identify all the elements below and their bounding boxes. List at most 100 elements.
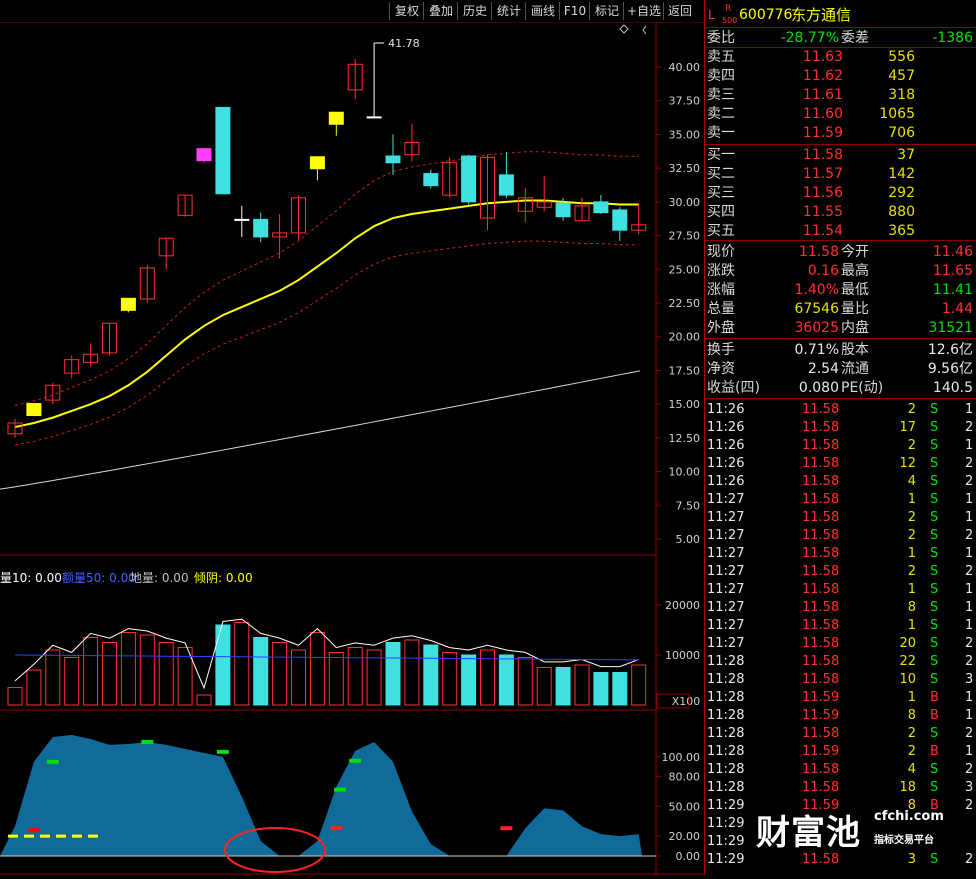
tick-row[interactable]: 11:26 11.58 2 S 1 [705,437,976,455]
stat-label: 涨跌 [707,263,735,279]
buy-volume: 37 [897,147,915,163]
tick-price: 11.58 [802,564,840,579]
tick-row[interactable]: 11:27 11.58 20 S 2 [705,635,976,653]
candle [631,203,647,235]
signal-marker [349,758,362,763]
tick-row[interactable]: 11:26 11.58 4 S 2 [705,473,976,491]
tick-row[interactable]: 11:27 11.58 1 S 1 [705,491,976,509]
tick-row[interactable]: 11:27 11.58 2 S 2 [705,563,976,581]
sell-row: 卖五 11.63 556 [705,48,976,66]
tick-price: 11.58 [802,780,840,795]
toolbar-button-1[interactable]: 叠加 [423,2,458,20]
tick-count: 3 [965,780,974,795]
tick-price: 11.58 [802,600,840,615]
toolbar-button-6[interactable]: 标记 [589,2,624,20]
tick-volume: 1 [907,582,916,597]
tick-row[interactable]: 11:28 11.58 22 S 2 [705,653,976,671]
kline-chart-area[interactable]: 40.00 37.50 35.00 32.50 30.00 27.50 25.00 22.50… [0,21,704,875]
volume-bar [83,637,99,706]
tick-row[interactable]: 11:28 11.59 8 B 1 [705,707,976,725]
toolbar-button-0[interactable]: 复权 [389,2,424,20]
volume-bar [7,687,23,706]
tick-row[interactable]: 11:28 11.58 2 S 2 [705,725,976,743]
tick-volume: 10 [899,672,916,687]
tick-time: 11:27 [707,636,745,651]
tick-row[interactable]: 11:27 11.58 2 S 2 [705,527,976,545]
tick-row[interactable]: 11:27 11.58 2 S 1 [705,509,976,527]
candle [120,297,136,313]
tick-row[interactable]: 11:27 11.58 8 S 1 [705,599,976,617]
candle [366,42,382,119]
candle [139,265,155,303]
tick-row[interactable]: 11:28 11.59 2 B 1 [705,743,976,761]
toolbar-button-3[interactable]: 统计 [491,2,526,20]
tick-price: 11.58 [802,618,840,633]
candle [480,154,495,231]
tick-time: 11:27 [707,582,745,597]
volume-legend-item: 量10: 0.00 [0,571,62,585]
tick-row[interactable]: 11:28 11.58 10 S 3 [705,671,976,689]
ma-long-line [0,370,641,490]
indicator-axis-label: 50.00 [669,800,701,813]
tick-time: 11:27 [707,546,745,561]
tick-time: 11:27 [707,528,745,543]
volume-bar [612,672,628,706]
sell-label: 卖四 [707,68,735,84]
sell-price: 11.61 [802,87,843,103]
sell-volume: 318 [888,87,915,103]
volume-bar [64,657,80,706]
buy-price: 11.54 [802,223,843,239]
tick-side: S [930,762,939,777]
stat-label: 量比 [841,301,869,317]
tick-count: 1 [965,510,974,525]
toolbar-button-5[interactable]: F10 [559,2,590,20]
stat-label: 今开 [841,244,869,260]
toolbar-button-7[interactable]: +自选 [623,2,664,20]
toolbar-button-2[interactable]: 历史 [457,2,492,20]
stat-label: 现价 [707,244,735,260]
sell-volume: 1065 [879,106,915,122]
sell-label: 卖一 [707,125,735,141]
tick-price: 11.58 [802,528,840,543]
sell-volume: 556 [888,49,915,65]
tick-count: 2 [965,456,974,471]
tick-row[interactable]: 11:28 11.59 1 B 1 [705,689,976,707]
buy-row: 买五 11.54 365 [705,222,976,240]
tick-count: 2 [965,798,974,813]
tick-row[interactable]: 11:26 11.58 12 S 2 [705,455,976,473]
toolbar-button-4[interactable]: 画线 [525,2,560,20]
tick-side: S [930,654,939,669]
stat-value: 67546 [794,301,839,317]
buy-label: 买二 [707,166,735,182]
stat-label: 内盘 [841,320,869,336]
tick-row[interactable]: 11:27 11.58 1 S 1 [705,581,976,599]
price-axis-label: 35.00 [669,128,701,141]
tick-side: B [930,690,939,705]
candle [102,322,117,356]
tick-side: S [930,636,939,651]
tick-count: 2 [965,726,974,741]
tick-volume: 2 [907,510,916,525]
toolbar-button-8[interactable]: 返回 [663,2,696,20]
price-axis-label: 15.00 [669,398,701,411]
tick-row[interactable]: 11:27 11.58 1 S 1 [705,617,976,635]
tick-row[interactable]: 11:27 11.58 1 S 1 [705,545,976,563]
buy-label: 买一 [707,147,735,163]
sell-price: 11.60 [802,106,843,122]
candle [461,154,477,205]
tick-row[interactable]: 11:28 11.58 4 S 2 [705,761,976,779]
tick-volume: 22 [899,654,916,669]
volume-bar [574,664,590,706]
tick-side: B [930,708,939,723]
stat-value: 36025 [794,320,839,336]
sell-price: 11.63 [802,49,843,65]
tick-row[interactable]: 11:26 11.58 17 S 2 [705,419,976,437]
price-axis-label: 7.50 [676,499,701,512]
tick-count: 1 [965,402,974,417]
tick-count: 2 [965,474,974,489]
tick-row[interactable]: 11:26 11.58 2 S 1 [705,401,976,419]
tick-row[interactable]: 11:28 11.58 18 S 3 [705,779,976,797]
stat-value: 1.40% [794,282,839,298]
divider [705,338,976,339]
tick-side: S [930,510,939,525]
